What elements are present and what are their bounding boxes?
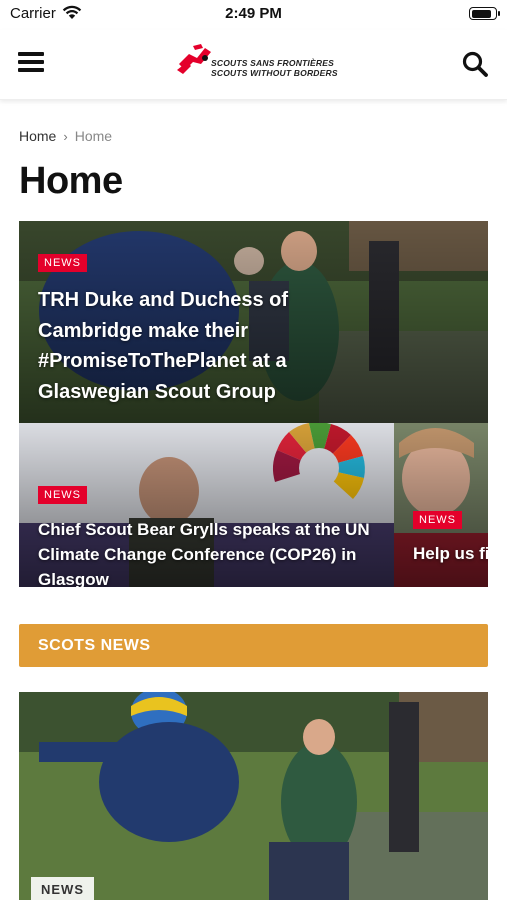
logo-text-english: SCOUTS WITHOUT BORDERS bbox=[211, 68, 338, 78]
breadcrumb-current: Home bbox=[74, 128, 113, 144]
battery-level bbox=[471, 9, 492, 18]
news-badge: NEWS bbox=[413, 511, 462, 529]
scouts-sans-frontieres-logo[interactable]: SCOUTS SANS FRONTIÈRES SCOUTS WITHOUT BO… bbox=[175, 38, 338, 88]
logo-text-french: SCOUTS SANS FRONTIÈRES bbox=[211, 58, 334, 68]
clock: 2:49 PM bbox=[225, 5, 282, 22]
status-bar: Carrier 2:49 PM bbox=[0, 0, 507, 30]
logo-emblem-icon bbox=[177, 44, 211, 74]
article-title: Chief Scout Bear Grylls speaks at the UN… bbox=[38, 520, 370, 587]
article-card[interactable]: NEWS bbox=[19, 692, 488, 900]
news-badge: NEWS bbox=[38, 486, 87, 504]
news-badge: NEWS bbox=[31, 877, 94, 900]
battery-icon bbox=[469, 7, 500, 20]
page-title: Home bbox=[19, 160, 123, 202]
chevron-right-icon: › bbox=[63, 128, 68, 144]
breadcrumb-home-link[interactable]: Home bbox=[19, 128, 56, 144]
search-icon bbox=[462, 51, 488, 77]
article-title: Help us find Heroes 2 bbox=[413, 544, 488, 563]
news-badge: NEWS bbox=[38, 254, 87, 272]
featured-article-title: TRH Duke and Duchess of Cambridge make t… bbox=[38, 289, 289, 403]
featured-article-card[interactable]: NEWS TRH Duke and Duchess of Cambridge m… bbox=[19, 221, 488, 423]
article-card[interactable]: NEWS Help us find Heroes 2 bbox=[394, 423, 488, 587]
hamburger-menu-button[interactable] bbox=[18, 52, 44, 74]
app-header: SCOUTS SANS FRONTIÈRES SCOUTS WITHOUT BO… bbox=[0, 30, 507, 100]
article-card[interactable]: NEWS Chief Scout Bear Grylls speaks at t… bbox=[19, 423, 394, 587]
section-title: SCOTS NEWS bbox=[38, 637, 151, 654]
scouts-throwing-photo bbox=[19, 692, 488, 900]
hamburger-icon bbox=[18, 52, 44, 56]
search-button[interactable] bbox=[461, 50, 489, 78]
scots-news-section-header[interactable]: SCOTS NEWS bbox=[19, 624, 488, 667]
breadcrumb: Home › Home bbox=[19, 128, 112, 144]
